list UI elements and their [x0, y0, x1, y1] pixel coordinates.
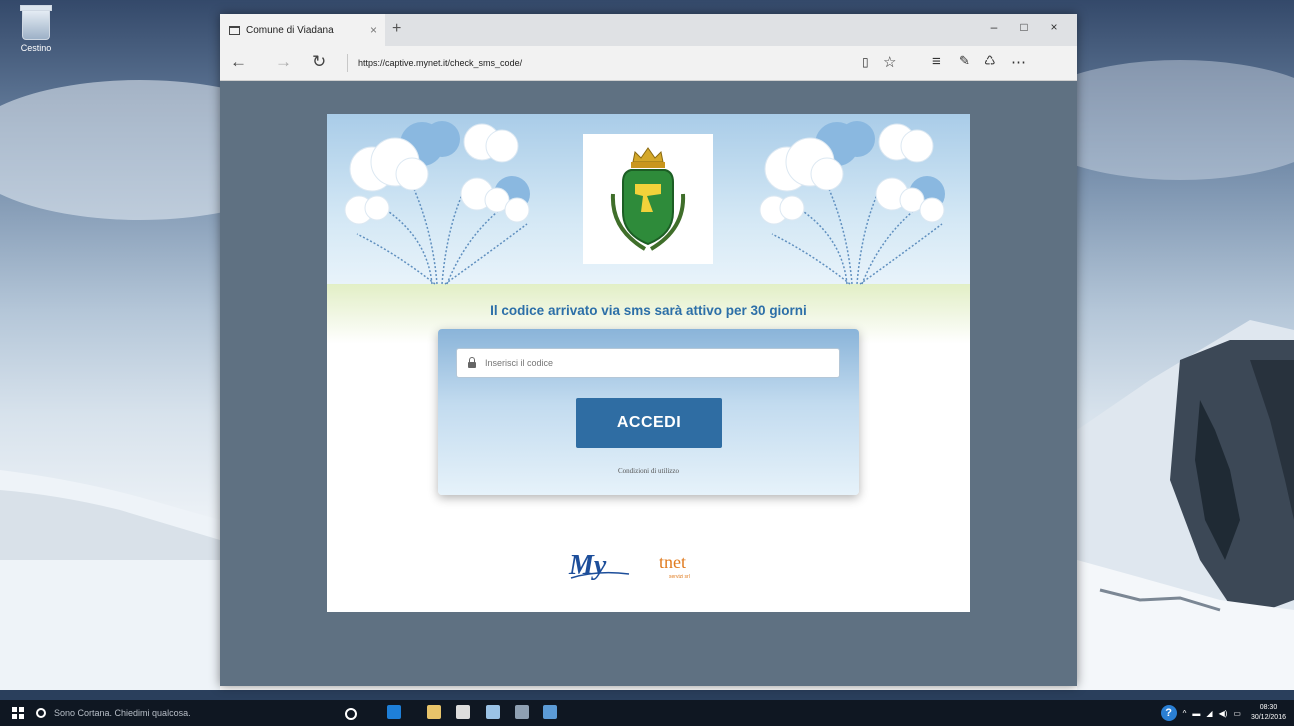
web-note-icon[interactable]: ✎: [959, 53, 970, 69]
forward-button[interactable]: →: [275, 52, 292, 72]
cortana-search-text: Sono Cortana. Chiedimi qualcosa.: [54, 708, 191, 718]
browser-window: Comune di Viadana × + – □ × ← → ↻ https:…: [220, 14, 1077, 686]
close-window-button[interactable]: ×: [1039, 20, 1069, 34]
system-tray: ? ^ ▬ ◢ ◀) ▭ 08:30 30/12/2016: [1160, 700, 1286, 726]
task-view-icon[interactable]: [345, 708, 357, 720]
tab-page-icon: [229, 25, 240, 35]
mynet-logo-icon: My: [568, 550, 630, 581]
recycle-bin-label: Cestino: [20, 43, 52, 53]
terms-of-use-link[interactable]: Condizioni di utilizzo: [438, 467, 859, 475]
clock-time: 08:30: [1259, 704, 1278, 711]
coat-of-arms-icon: [610, 147, 686, 251]
municipality-crest: [583, 134, 713, 264]
store-icon[interactable]: [456, 705, 470, 719]
taskbar-clock[interactable]: 08:30 30/12/2016: [1251, 703, 1286, 723]
network-icon[interactable]: ◢: [1206, 709, 1212, 718]
sms-code-validity-heading: Il codice arrivato via sms sarà attivo p…: [490, 303, 807, 318]
reading-view-icon[interactable]: ▯: [862, 55, 869, 69]
tnet-logo-subtext: servizi srl: [669, 574, 690, 580]
recycle-bin-desktop-icon[interactable]: Cestino: [14, 5, 58, 53]
windows-start-icon[interactable]: [12, 707, 24, 719]
cloud-tree-left-illustration: [344, 121, 530, 285]
login-card: ACCEDI Condizioni di utilizzo: [438, 329, 859, 495]
file-explorer-icon[interactable]: [427, 705, 441, 719]
hub-icon[interactable]: ≡: [932, 53, 941, 70]
dropbox-icon[interactable]: [486, 705, 500, 719]
lock-icon: [468, 357, 476, 368]
cloud-tree-right-illustration: [759, 121, 945, 285]
show-hidden-icons-icon[interactable]: ^: [1183, 709, 1187, 718]
help-icon[interactable]: ?: [1160, 705, 1177, 721]
app-icon[interactable]: [543, 705, 557, 719]
refresh-button[interactable]: ↻: [312, 52, 326, 72]
accedi-button[interactable]: ACCEDI: [576, 398, 722, 448]
minimize-button[interactable]: –: [979, 20, 1009, 34]
edge-browser-icon[interactable]: [387, 705, 401, 719]
calculator-icon[interactable]: [515, 705, 529, 719]
tab-comune-di-viadana[interactable]: Comune di Viadana ×: [220, 14, 385, 46]
svg-text:My: My: [568, 550, 607, 581]
tnet-logo-text: tnet: [659, 552, 686, 572]
new-tab-button[interactable]: +: [392, 20, 401, 38]
volume-icon[interactable]: ◀): [1219, 709, 1228, 718]
code-input-container[interactable]: [456, 348, 840, 378]
share-icon[interactable]: ♺: [984, 53, 996, 69]
battery-icon[interactable]: ▬: [1192, 709, 1200, 718]
tab-bar: Comune di Viadana × + – □ ×: [220, 14, 1077, 46]
cortana-icon: [36, 708, 46, 718]
mynet-tnet-logo: My tnet servizi srl: [567, 544, 737, 584]
favorite-star-icon[interactable]: ☆: [883, 53, 896, 71]
taskbar: Sono Cortana. Chiedimi qualcosa. ? ^ ▬ ◢…: [0, 700, 1294, 726]
tab-title: Comune di Viadana: [246, 24, 334, 36]
code-input[interactable]: [483, 357, 827, 369]
address-bar-row: ← → ↻ https://captive.mynet.it/check_sms…: [220, 46, 1077, 81]
maximize-button[interactable]: □: [1009, 20, 1039, 34]
cortana-search-box[interactable]: Sono Cortana. Chiedimi qualcosa.: [36, 700, 316, 726]
tab-close-button[interactable]: ×: [370, 23, 377, 37]
more-icon[interactable]: ⋯: [1011, 53, 1026, 71]
input-language-icon[interactable]: ▭: [1233, 709, 1241, 718]
back-button[interactable]: ←: [230, 52, 247, 72]
url-field[interactable]: https://captive.mynet.it/check_sms_code/: [347, 54, 858, 72]
clock-date: 30/12/2016: [1250, 714, 1286, 721]
captive-portal-page: Il codice arrivato via sms sarà attivo p…: [327, 114, 970, 612]
recycle-bin-icon: [20, 5, 52, 40]
